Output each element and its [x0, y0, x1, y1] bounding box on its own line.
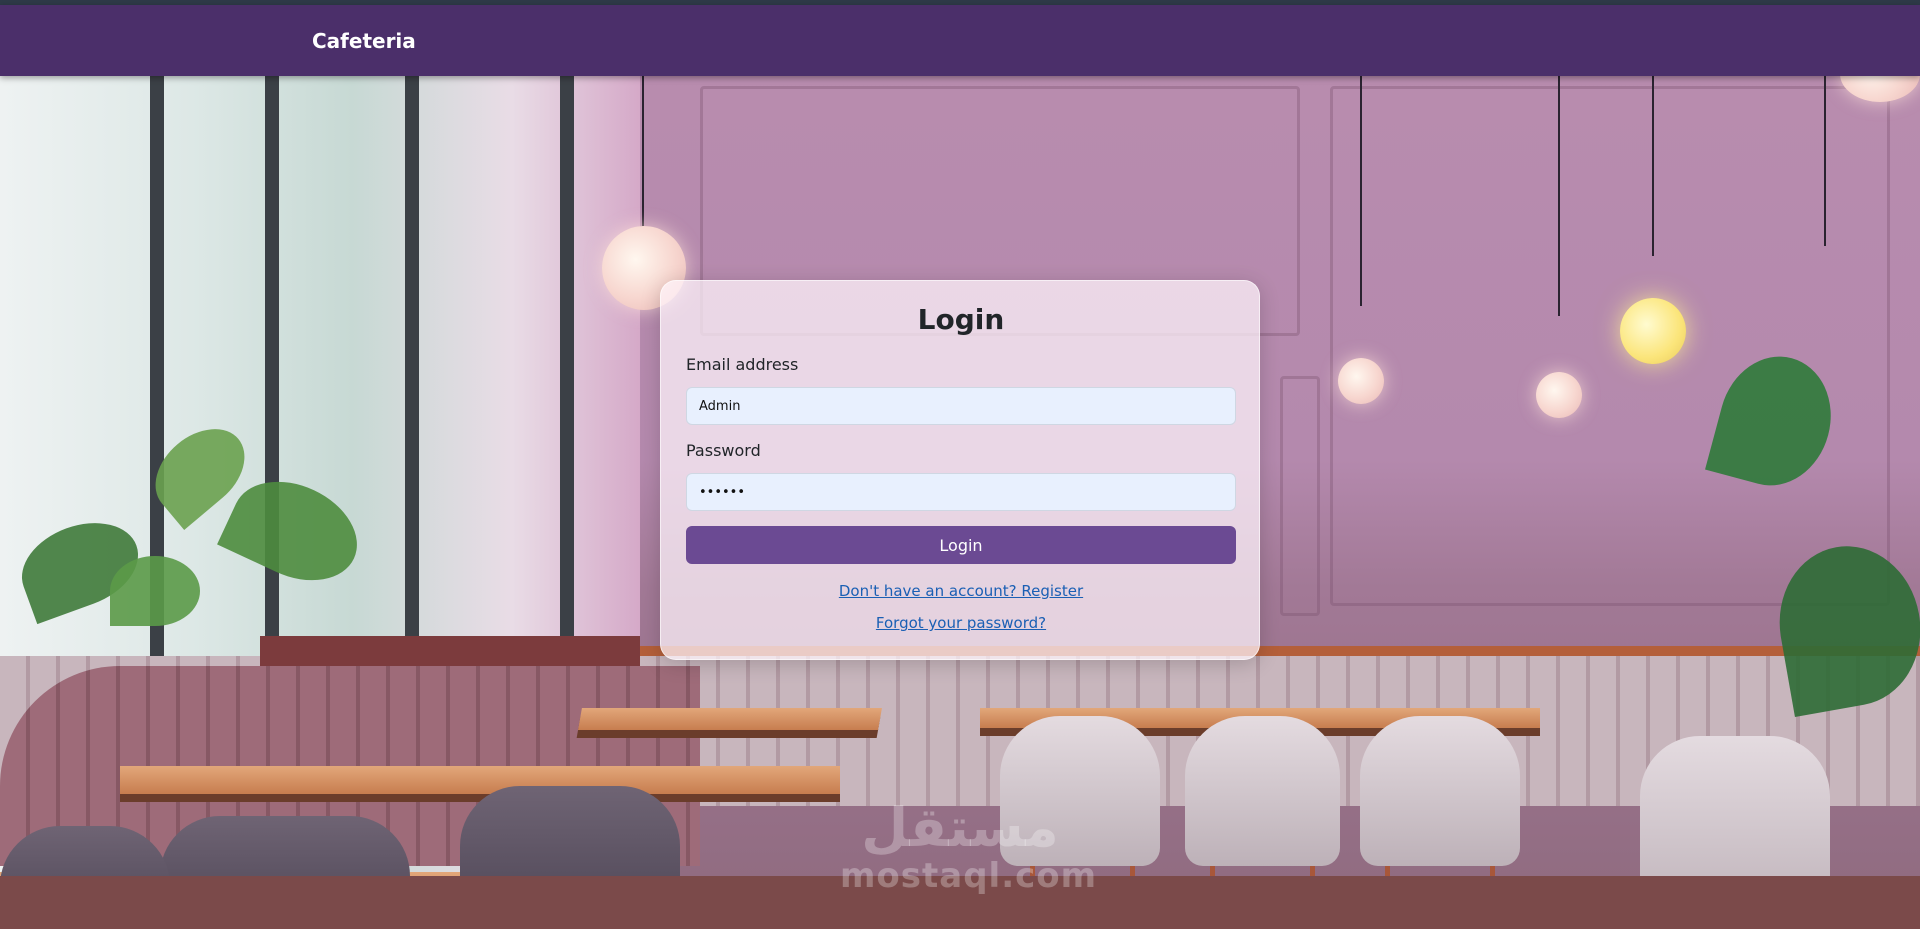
login-card: Login Email address Password Login Don't… [660, 280, 1260, 660]
lamp-wire [1558, 76, 1560, 316]
pendant-lamp [1536, 372, 1582, 418]
wall-panel [1280, 376, 1320, 616]
chair [1185, 716, 1340, 866]
password-input[interactable] [686, 473, 1236, 511]
lamp-wire [1824, 76, 1826, 246]
watermark: مستقل mostaql.com [840, 796, 1096, 897]
login-title: Login [917, 303, 1005, 336]
forgot-password-link[interactable]: Forgot your password? [876, 614, 1046, 632]
wall-panel [1330, 86, 1890, 606]
register-link-row: Don't have an account? Register [661, 582, 1261, 600]
password-label: Password [686, 441, 761, 460]
plant [110, 556, 200, 626]
lamp-wire [1360, 76, 1362, 306]
window-frame [265, 76, 279, 716]
login-button[interactable]: Login [686, 526, 1236, 564]
watermark-arabic: مستقل [861, 796, 1059, 859]
table [120, 766, 840, 794]
lamp-wire [642, 76, 644, 226]
pendant-lamp [1620, 298, 1686, 364]
navbar: Cafeteria [0, 5, 1920, 76]
brand-link[interactable]: Cafeteria [312, 29, 416, 53]
register-link[interactable]: Don't have an account? Register [839, 582, 1083, 600]
table [578, 708, 882, 730]
watermark-latin: mostaql.com [840, 856, 1098, 896]
lamp-wire [1652, 76, 1654, 256]
window-frame [560, 76, 574, 716]
forgot-link-row: Forgot your password? [661, 614, 1261, 632]
chair [1360, 716, 1520, 866]
email-input[interactable] [686, 387, 1236, 425]
email-label: Email address [686, 355, 799, 374]
pendant-lamp [1338, 358, 1384, 404]
window-frame [405, 76, 419, 716]
